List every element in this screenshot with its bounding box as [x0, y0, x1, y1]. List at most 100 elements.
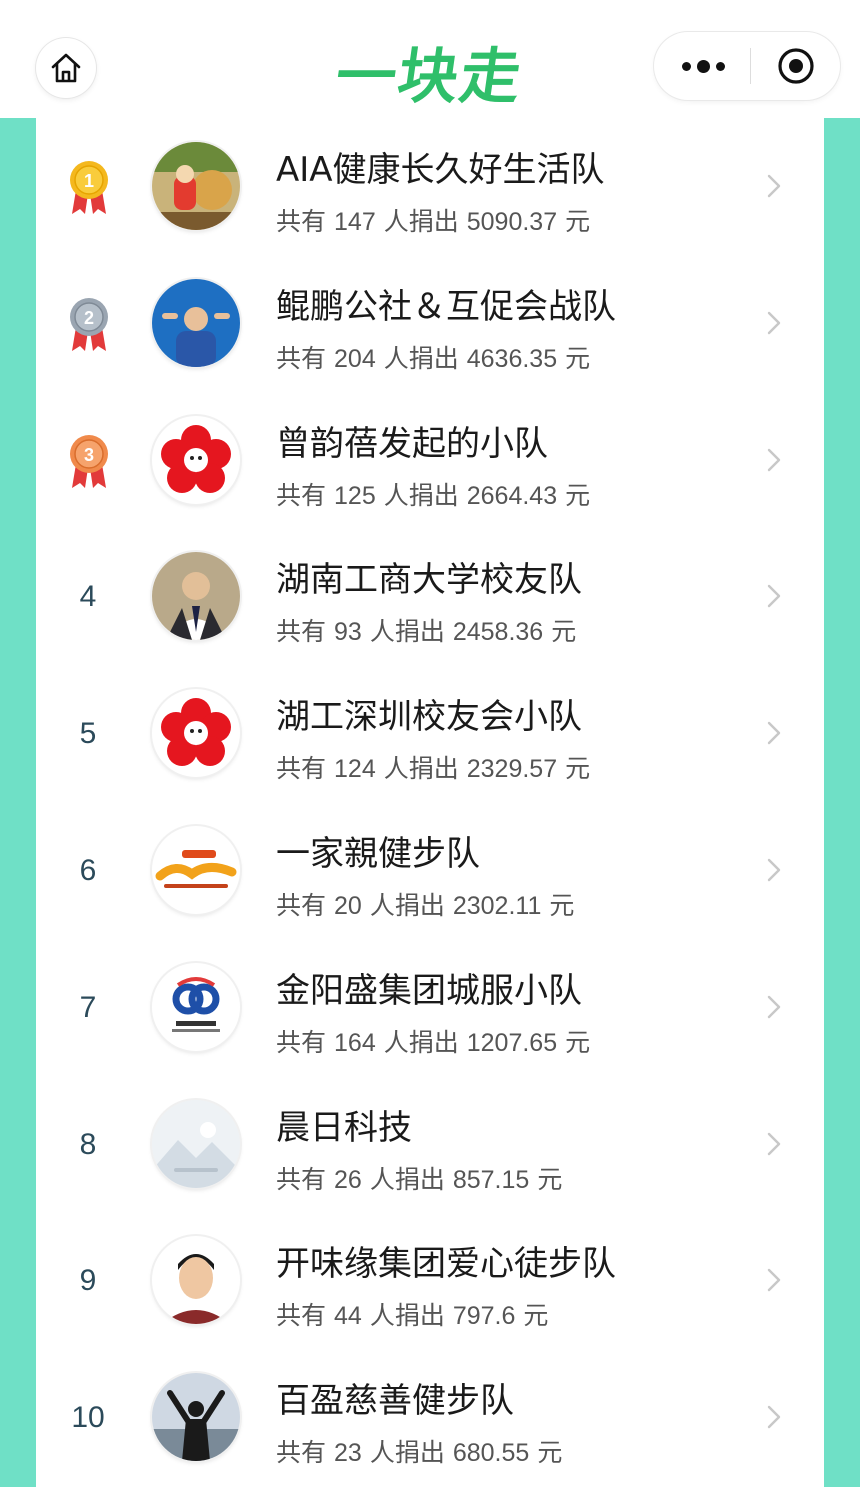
team-row[interactable]: 5 湖工深圳校友会小队 共有 124 人捐出 2329.57 元 [36, 665, 824, 802]
stats-prefix: 共有 [276, 1027, 327, 1057]
bronze-medal-icon: 3 [70, 434, 108, 488]
member-count: 20 [334, 891, 362, 920]
team-name: 开味缘集团爱心徒步队 [276, 1244, 616, 1285]
chevron-right-icon [767, 858, 781, 882]
stats-people: 人捐出 [369, 890, 445, 920]
stats-prefix: 共有 [276, 1164, 327, 1194]
stats-prefix: 共有 [276, 1438, 327, 1468]
stats-currency: 元 [565, 343, 591, 373]
chevron-right-icon [767, 995, 781, 1018]
team-stats: 共有 23 人捐出 680.55 元 [276, 1433, 562, 1469]
rank-number: 10 [71, 1401, 105, 1435]
stats-currency: 元 [551, 617, 577, 647]
stats-people: 人捐出 [369, 1301, 445, 1331]
red-flower-avatar [152, 689, 240, 778]
man-portrait-avatar [152, 1236, 240, 1325]
more-dots-icon-right [715, 61, 725, 71]
team-name: AIA健康长久好生活队 [276, 150, 605, 190]
team-row[interactable]: 7 金阳盛集团城服小队 共有 164 人捐出 1207.65 元 [36, 939, 824, 1076]
man-suit-avatar [152, 552, 240, 641]
doll-avatar [152, 142, 240, 230]
team-name: 一家親健步队 [276, 833, 480, 874]
team-row[interactable]: 8 晨日科技 共有 26 人捐出 857.15 元 [36, 1076, 824, 1213]
stats-people: 人捐出 [383, 207, 459, 236]
team-stats: 共有 147 人捐出 5090.37 元 [276, 202, 590, 238]
yijiaqin-logo-avatar [152, 825, 240, 914]
donation-amount: 2664.43 [466, 481, 558, 510]
member-count: 93 [334, 618, 362, 647]
member-count: 26 [334, 1165, 362, 1194]
side-bar-left [0, 118, 36, 1487]
team-row[interactable]: 6 一家親健步队 共有 20 人捐出 2302.11 元 [36, 802, 824, 939]
team-stats: 共有 125 人捐出 2664.43 元 [276, 476, 590, 512]
rank-number: 8 [79, 1127, 97, 1161]
stats-prefix: 共有 [276, 890, 327, 920]
chevron-right-icon [767, 1132, 781, 1155]
side-bar-right [824, 118, 860, 1487]
medal-number: 2 [84, 308, 94, 328]
silver-medal-icon: 2 [70, 297, 108, 351]
rank-number: 7 [79, 990, 97, 1024]
team-row[interactable]: 9 开味缘集团爱心徒步队 共有 44 人捐出 797.6 元 [36, 1212, 824, 1349]
team-name: 湖工深圳校友会小队 [276, 697, 582, 738]
stats-people: 人捐出 [383, 480, 459, 510]
member-count: 164 [334, 1028, 376, 1057]
donation-amount: 2329.57 [466, 755, 558, 784]
person-arms-raised-avatar [152, 1373, 240, 1462]
team-row[interactable]: 1 AIA健康长久好生活队 共有 147 人捐出 5090.37 元 [36, 118, 824, 255]
team-name: 百盈慈善健步队 [276, 1381, 514, 1422]
stats-currency: 元 [537, 1164, 563, 1194]
team-stats: 共有 26 人捐出 857.15 元 [276, 1160, 562, 1196]
donation-amount: 857.15 [452, 1165, 530, 1194]
team-stats: 共有 93 人捐出 2458.36 元 [276, 612, 576, 648]
member-count: 125 [334, 481, 376, 510]
stats-currency: 元 [537, 1438, 563, 1468]
donation-amount: 2458.36 [452, 618, 544, 647]
member-count: 204 [334, 344, 376, 373]
stats-prefix: 共有 [276, 207, 327, 236]
stats-prefix: 共有 [276, 343, 327, 373]
team-row[interactable]: 2 鲲鹏公社＆互促会战队 共有 204 人捐出 4636.35 元 [36, 255, 824, 392]
team-stats: 共有 44 人捐出 797.6 元 [276, 1296, 548, 1332]
team-name: 金阳盛集团城服小队 [276, 970, 582, 1011]
chevron-right-icon [767, 1405, 781, 1429]
team-ranking-list: 1 AIA健康长久好生活队 共有 147 人捐出 5090.37 元 2 鲲鹏公… [36, 118, 824, 1486]
team-row[interactable]: 4 湖南工商大学校友队 共有 93 人捐出 2458.36 元 [36, 528, 824, 665]
nav-header: 一块走 [0, 0, 860, 118]
red-flower-avatar [152, 415, 240, 504]
man-blue-shirt-avatar [152, 278, 240, 367]
stats-currency: 元 [549, 890, 575, 920]
team-name: 晨日科技 [276, 1107, 412, 1148]
team-row[interactable]: 10 百盈慈善健步队 共有 23 人捐出 680.55 元 [36, 1349, 824, 1486]
rank-number: 6 [79, 853, 97, 887]
donation-amount: 680.55 [452, 1439, 530, 1468]
team-name: 鲲鹏公社＆互促会战队 [276, 286, 616, 327]
more-button[interactable] [654, 32, 752, 100]
stats-people: 人捐出 [369, 617, 445, 647]
jinyangsheng-logo-avatar [152, 962, 240, 1051]
team-stats: 共有 204 人捐出 4636.35 元 [276, 339, 590, 375]
team-name: 湖南工商大学校友队 [276, 560, 582, 601]
stats-people: 人捐出 [383, 754, 459, 784]
team-stats: 共有 124 人捐出 2329.57 元 [276, 749, 590, 785]
stats-prefix: 共有 [276, 617, 327, 647]
team-stats: 共有 20 人捐出 2302.11 元 [276, 886, 574, 922]
member-count: 124 [334, 755, 376, 784]
close-button[interactable] [752, 32, 840, 100]
member-count: 23 [334, 1439, 362, 1468]
stats-people: 人捐出 [383, 343, 459, 373]
more-dots-icon-center [696, 59, 710, 73]
donation-amount: 797.6 [452, 1302, 516, 1331]
donation-amount: 1207.65 [466, 1028, 558, 1057]
stats-prefix: 共有 [276, 480, 327, 510]
stats-prefix: 共有 [276, 1301, 327, 1331]
mini-program-capsule [654, 32, 840, 100]
team-row[interactable]: 3 曾韵蓓发起的小队 共有 125 人捐出 2664.43 元 [36, 392, 824, 529]
medal-number: 3 [84, 445, 94, 465]
more-dots-icon [681, 61, 691, 71]
chevron-right-icon [767, 174, 781, 198]
chevron-right-icon [767, 311, 781, 334]
medal-number: 1 [84, 171, 94, 191]
target-close-icon [778, 48, 814, 84]
donation-amount: 5090.37 [466, 208, 558, 236]
